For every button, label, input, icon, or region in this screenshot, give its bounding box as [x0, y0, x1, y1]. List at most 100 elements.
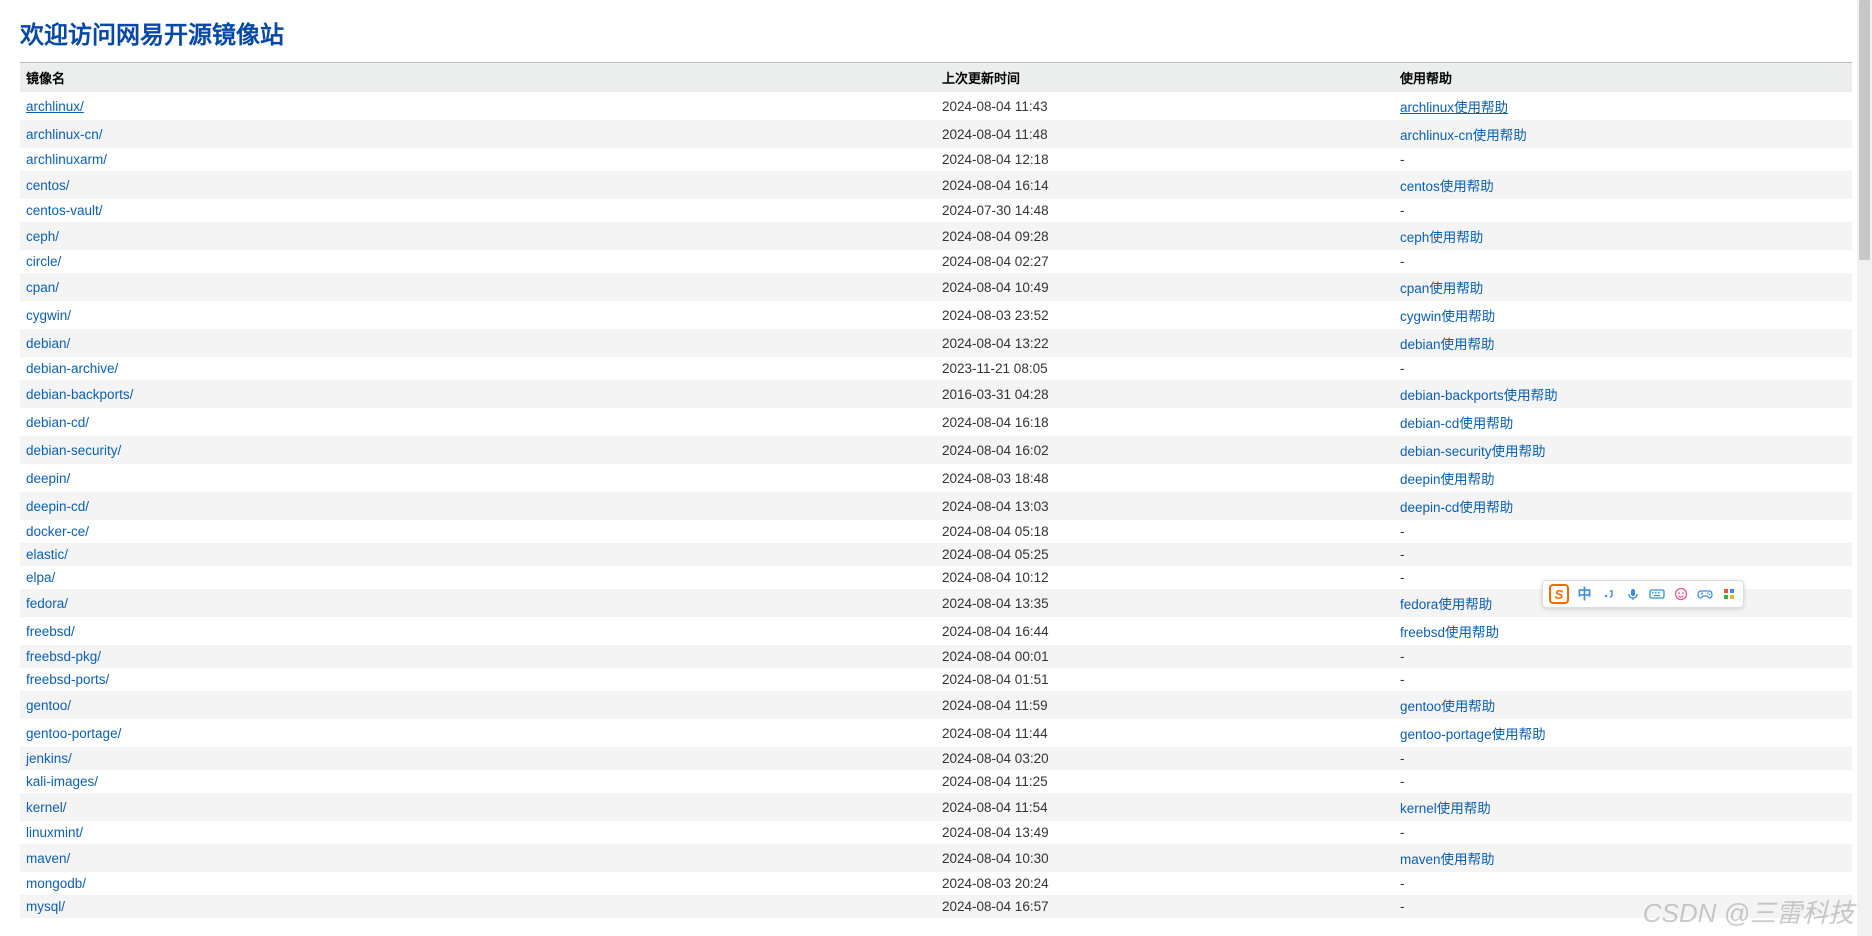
cell-help: -: [1394, 357, 1852, 380]
mirror-link[interactable]: deepin/: [26, 471, 70, 486]
ime-emoji-icon[interactable]: [1672, 586, 1689, 603]
table-row: debian/2024-08-04 13:22 debian使用帮助: [20, 329, 1852, 357]
cell-help: -: [1394, 668, 1852, 691]
mirror-link[interactable]: docker-ce/: [26, 524, 89, 539]
table-row: deepin-cd/2024-08-04 13:03deepin-cd使用帮助: [20, 492, 1852, 520]
ime-punct-icon[interactable]: [1600, 586, 1617, 603]
mirror-link[interactable]: debian-backports/: [26, 387, 133, 402]
cell-update-time: 2024-08-04 10:30: [936, 844, 1394, 872]
help-link[interactable]: gentoo-portage使用帮助: [1400, 727, 1546, 742]
help-link[interactable]: fedora使用帮助: [1400, 597, 1492, 612]
mirror-link[interactable]: elpa/: [26, 570, 55, 585]
cell-mirror-name: circle/: [20, 250, 936, 273]
cell-update-time: 2024-07-30 14:48: [936, 199, 1394, 222]
mirror-link[interactable]: debian-cd/: [26, 415, 89, 430]
ime-toolbar[interactable]: S 中: [1542, 580, 1744, 608]
mirror-link[interactable]: debian/: [26, 336, 70, 351]
mirror-link[interactable]: centos/: [26, 178, 70, 193]
mirror-link[interactable]: archlinuxarm/: [26, 152, 107, 167]
help-link[interactable]: cpan使用帮助: [1400, 281, 1483, 296]
table-body: archlinux/2024-08-04 11:43 archlinux使用帮助 a…: [20, 92, 1852, 918]
help-link[interactable]: debian-backports使用帮助: [1400, 388, 1558, 403]
mirror-link[interactable]: debian-security/: [26, 443, 121, 458]
table-row: gentoo/2024-08-04 11:59gentoo使用帮助: [20, 691, 1852, 719]
mirror-link[interactable]: kernel/: [26, 800, 67, 815]
cell-update-time: 2024-08-04 00:01: [936, 645, 1394, 668]
cell-update-time: 2024-08-04 16:44: [936, 617, 1394, 645]
cell-help: -: [1394, 821, 1852, 844]
mirror-link[interactable]: mysql/: [26, 899, 65, 914]
cell-update-time: 2024-08-03 20:24: [936, 872, 1394, 895]
mirror-link[interactable]: circle/: [26, 254, 61, 269]
mirror-link[interactable]: freebsd-pkg/: [26, 649, 101, 664]
scrollbar-track[interactable]: [1857, 0, 1872, 936]
cell-mirror-name: debian-security/: [20, 436, 936, 464]
mirror-link[interactable]: archlinux/: [26, 99, 84, 114]
cell-mirror-name: freebsd/: [20, 617, 936, 645]
ime-logo-icon[interactable]: S: [1549, 584, 1569, 604]
cell-help: -: [1394, 543, 1852, 566]
help-link[interactable]: gentoo使用帮助: [1400, 699, 1495, 714]
mirror-link[interactable]: linuxmint/: [26, 825, 83, 840]
mirror-link[interactable]: gentoo-portage/: [26, 726, 121, 741]
help-link[interactable]: kernel使用帮助: [1400, 801, 1491, 816]
help-link[interactable]: archlinux-cn使用帮助: [1400, 128, 1527, 143]
cell-help: -: [1394, 645, 1852, 668]
mirror-link[interactable]: fedora/: [26, 596, 68, 611]
th-name: 镜像名: [20, 63, 936, 93]
ime-mic-icon[interactable]: [1624, 586, 1641, 603]
mirror-link[interactable]: debian-archive/: [26, 361, 118, 376]
help-link[interactable]: debian-cd使用帮助: [1400, 416, 1513, 431]
cell-mirror-name: elastic/: [20, 543, 936, 566]
help-link[interactable]: freebsd使用帮助: [1400, 625, 1499, 640]
cell-mirror-name: freebsd-ports/: [20, 668, 936, 691]
table-row: freebsd-pkg/2024-08-04 00:01-: [20, 645, 1852, 668]
cell-mirror-name: debian/: [20, 329, 936, 357]
mirror-link[interactable]: jenkins/: [26, 751, 72, 766]
mirror-link[interactable]: cpan/: [26, 280, 59, 295]
mirror-link[interactable]: cygwin/: [26, 308, 71, 323]
cell-mirror-name: gentoo-portage/: [20, 719, 936, 747]
help-link[interactable]: deepin使用帮助: [1400, 472, 1495, 487]
cell-update-time: 2024-08-04 13:22: [936, 329, 1394, 357]
help-link[interactable]: debian使用帮助: [1400, 337, 1495, 352]
scrollbar-thumb[interactable]: [1859, 0, 1870, 260]
help-link[interactable]: deepin-cd使用帮助: [1400, 500, 1513, 515]
mirror-link[interactable]: gentoo/: [26, 698, 71, 713]
cell-mirror-name: cygwin/: [20, 301, 936, 329]
cell-update-time: 2024-08-04 16:14: [936, 171, 1394, 199]
cell-mirror-name: kernel/: [20, 793, 936, 821]
help-link[interactable]: ceph使用帮助: [1400, 230, 1483, 245]
mirror-link[interactable]: centos-vault/: [26, 203, 103, 218]
mirror-link[interactable]: archlinux-cn/: [26, 127, 103, 142]
cell-help: -: [1394, 747, 1852, 770]
page-title: 欢迎访问网易开源镜像站: [20, 15, 1852, 50]
table-row: cpan/2024-08-04 10:49cpan使用帮助: [20, 273, 1852, 301]
mirror-link[interactable]: mongodb/: [26, 876, 86, 891]
ime-lang-toggle[interactable]: 中: [1576, 586, 1593, 603]
mirror-link[interactable]: freebsd/: [26, 624, 75, 639]
help-link[interactable]: debian-security使用帮助: [1400, 444, 1546, 459]
cell-help: debian-cd使用帮助: [1394, 408, 1852, 436]
ime-game-icon[interactable]: [1696, 586, 1713, 603]
cell-mirror-name: mongodb/: [20, 872, 936, 895]
table-row: freebsd-ports/2024-08-04 01:51-: [20, 668, 1852, 691]
cell-help: -: [1394, 199, 1852, 222]
help-link[interactable]: centos使用帮助: [1400, 179, 1494, 194]
mirror-link[interactable]: elastic/: [26, 547, 68, 562]
mirror-link[interactable]: freebsd-ports/: [26, 672, 109, 687]
help-link[interactable]: maven使用帮助: [1400, 852, 1495, 867]
mirror-link[interactable]: kali-images/: [26, 774, 98, 789]
ime-keyboard-icon[interactable]: [1648, 586, 1665, 603]
help-link[interactable]: cygwin使用帮助: [1400, 309, 1495, 324]
mirror-link[interactable]: deepin-cd/: [26, 499, 89, 514]
mirror-link[interactable]: maven/: [26, 851, 70, 866]
table-row: debian-security/2024-08-04 16:02debian-s…: [20, 436, 1852, 464]
th-help: 使用帮助: [1394, 63, 1852, 93]
help-link[interactable]: archlinux使用帮助: [1400, 100, 1508, 115]
cell-update-time: 2024-08-04 11:43: [936, 92, 1394, 120]
mirror-link[interactable]: ceph/: [26, 229, 59, 244]
table-row: linuxmint/2024-08-04 13:49-: [20, 821, 1852, 844]
ime-grid-icon[interactable]: [1720, 586, 1737, 603]
cell-help: kernel使用帮助: [1394, 793, 1852, 821]
